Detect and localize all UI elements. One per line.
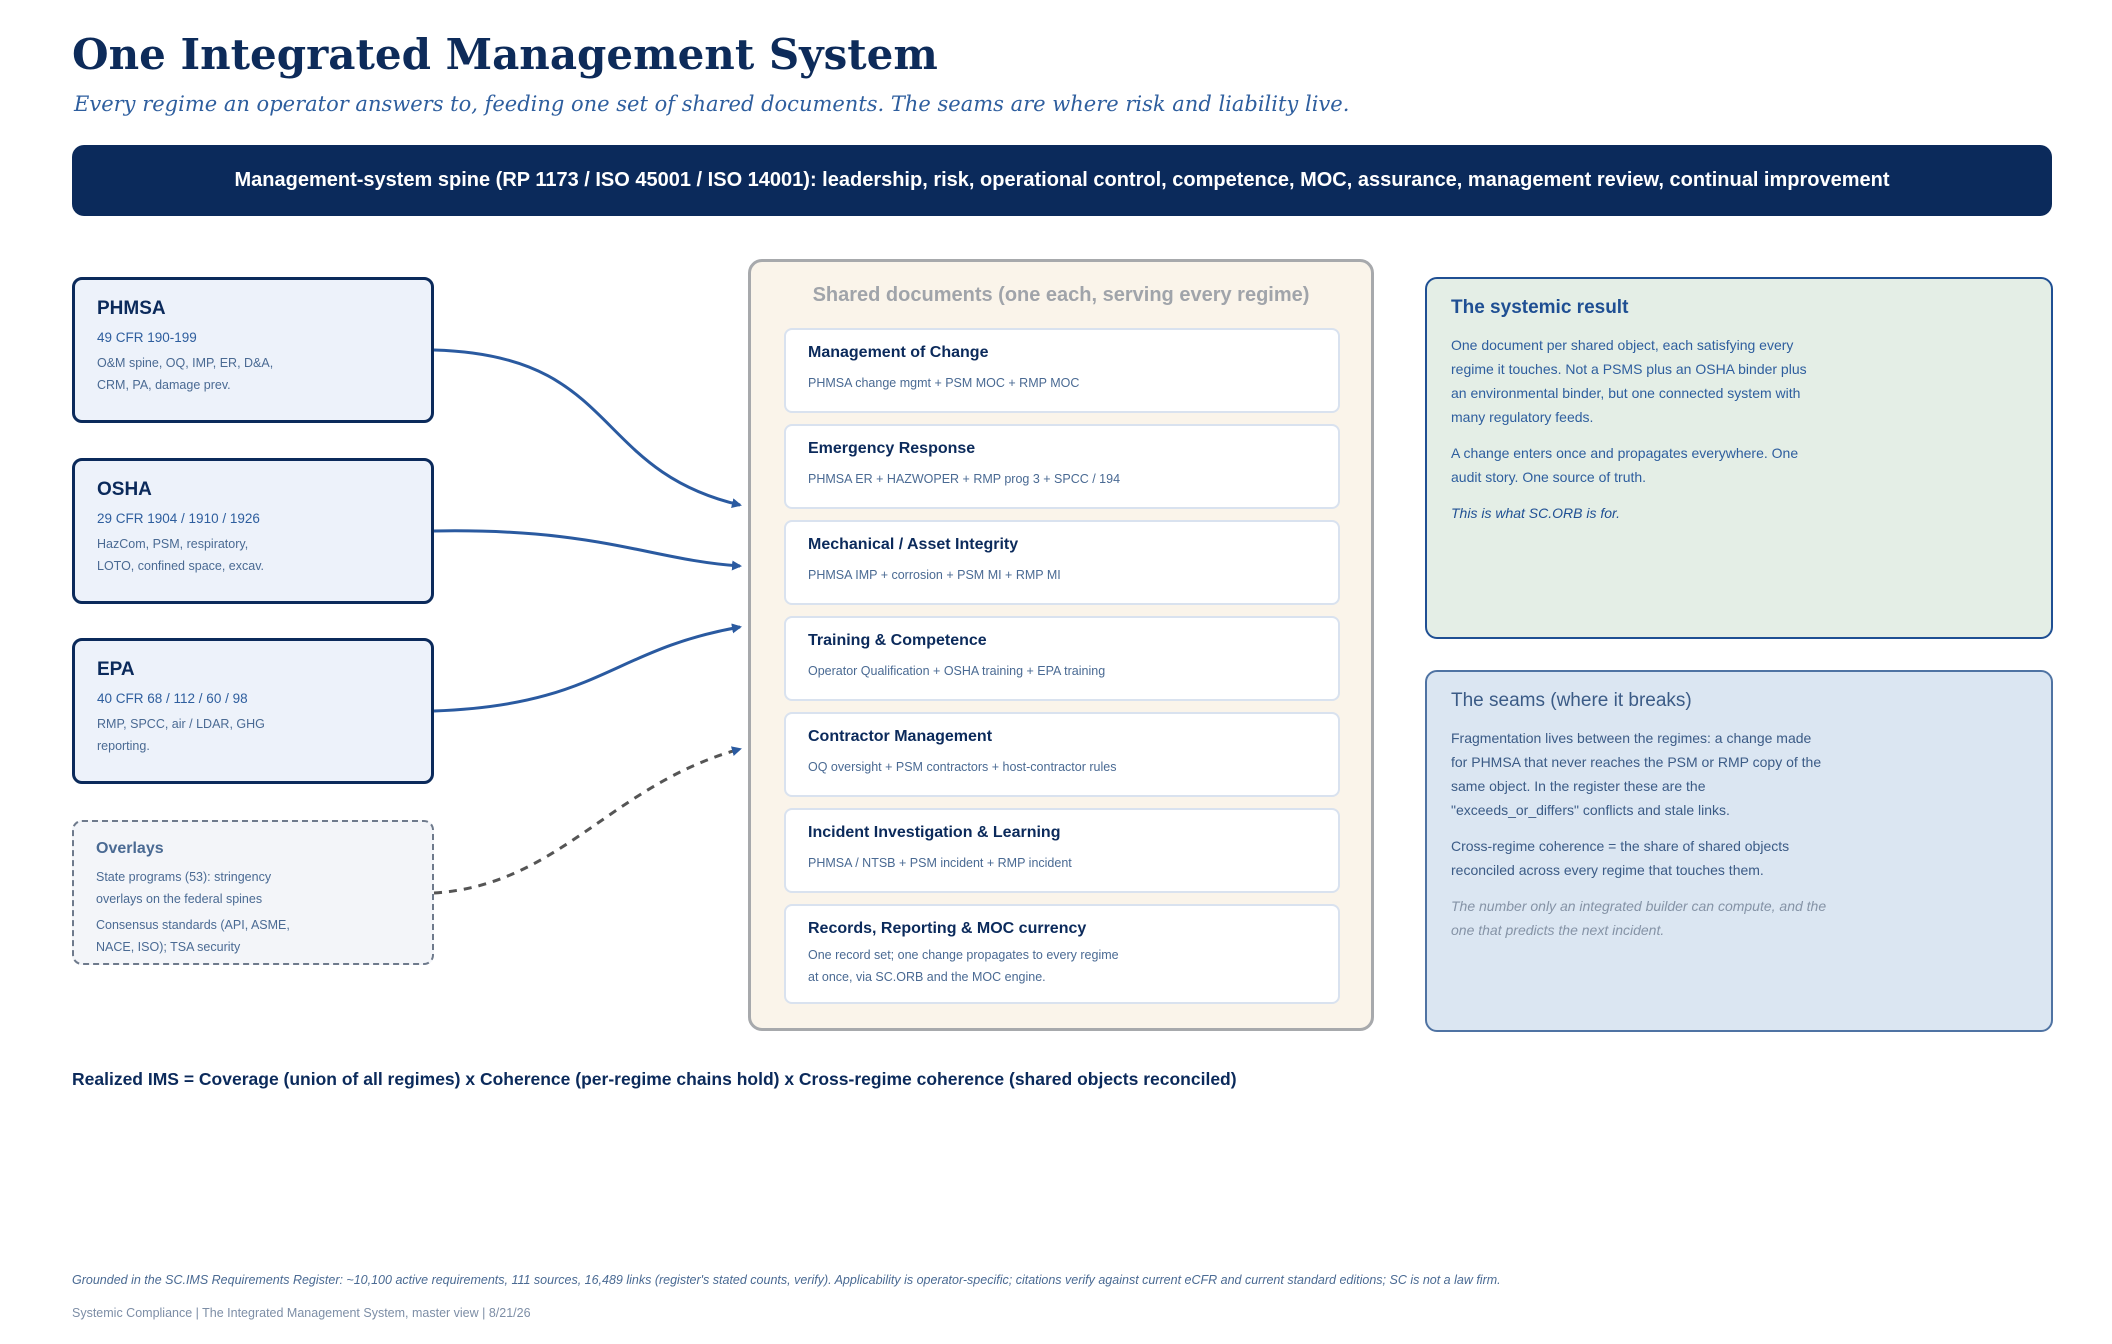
seams-paragraph: Fragmentation lives between the regimes:… xyxy=(1451,730,1822,818)
seams-paragraph: Cross-regime coherence = the share of sh… xyxy=(1451,838,1790,878)
result-tagline: This is what SC.ORB is for. xyxy=(1451,505,1621,521)
doc-title: Management of Change xyxy=(808,344,989,361)
doc-mechanical-asset-integrity: Mechanical / Asset Integrity PHMSA IMP +… xyxy=(784,520,1340,605)
doc-contractor-management: Contractor Management OQ oversight + PSM… xyxy=(784,712,1340,797)
doc-title: Records, Reporting & MOC currency xyxy=(808,920,1087,937)
doc-subtitle: PHMSA ER + HAZWOPER + RMP prog 3 + SPCC … xyxy=(808,472,1121,486)
doc-subtitle: PHMSA IMP + corrosion + PSM MI + RMP MI xyxy=(808,568,1061,582)
overlays-name: Overlays xyxy=(96,840,164,857)
regime-phmsa: PHMSA 49 CFR 190-199 O&M spine, OQ, IMP,… xyxy=(72,277,434,423)
doc-emergency-response: Emergency Response PHMSA ER + HAZWOPER +… xyxy=(784,424,1340,509)
footer: Systemic Compliance | The Integrated Man… xyxy=(72,1306,531,1320)
regime-cfr: 29 CFR 1904 / 1910 / 1926 xyxy=(97,511,260,526)
footnote: Grounded in the SC.IMS Requirements Regi… xyxy=(72,1273,1501,1287)
overlays-state-programs: State programs (53): stringency overlays… xyxy=(96,870,272,906)
regime-osha: OSHA 29 CFR 1904 / 1910 / 1926 HazCom, P… xyxy=(72,458,434,604)
arrow-epa xyxy=(433,623,742,713)
regime-description: HazCom, PSM, respiratory, LOTO, confined… xyxy=(97,537,264,573)
doc-training-competence: Training & Competence Operator Qualifica… xyxy=(784,616,1340,701)
regime-epa: EPA 40 CFR 68 / 112 / 60 / 98 RMP, SPCC,… xyxy=(72,638,434,784)
ims-formula: Realized IMS = Coverage (union of all re… xyxy=(72,1069,1237,1089)
regime-description: RMP, SPCC, air / LDAR, GHG reporting. xyxy=(97,717,265,753)
doc-incident-investigation: Incident Investigation & Learning PHMSA … xyxy=(784,808,1340,893)
doc-title: Contractor Management xyxy=(808,728,993,745)
arrow-overlays xyxy=(433,746,742,895)
doc-title: Incident Investigation & Learning xyxy=(808,824,1061,841)
regime-name: PHMSA xyxy=(97,298,166,319)
doc-management-of-change: Management of Change PHMSA change mgmt +… xyxy=(784,328,1340,413)
doc-subtitle: PHMSA change mgmt + PSM MOC + RMP MOC xyxy=(808,376,1080,390)
seams-panel: The seams (where it breaks) Fragmentatio… xyxy=(1425,670,2053,1032)
doc-subtitle: PHMSA / NTSB + PSM incident + RMP incide… xyxy=(808,856,1072,870)
regime-name: OSHA xyxy=(97,479,152,500)
regime-cfr: 49 CFR 190-199 xyxy=(97,330,197,345)
arrow-osha xyxy=(433,529,742,571)
shared-documents-title: Shared documents (one each, serving ever… xyxy=(812,284,1310,306)
seams-heading: The seams (where it breaks) xyxy=(1451,690,1692,711)
doc-subtitle: One record set; one change propagates to… xyxy=(808,948,1119,984)
overlays-box: Overlays State programs (53): stringency… xyxy=(72,820,434,965)
systemic-result-panel: The systemic result One document per sha… xyxy=(1425,277,2053,639)
regime-name: EPA xyxy=(97,659,135,680)
doc-subtitle: Operator Qualification + OSHA training +… xyxy=(808,664,1106,678)
regime-description: O&M spine, OQ, IMP, ER, D&A, CRM, PA, da… xyxy=(97,356,274,392)
seams-note: The number only an integrated builder ca… xyxy=(1451,898,1827,938)
doc-title: Training & Competence xyxy=(808,632,987,649)
doc-records-reporting: Records, Reporting & MOC currency One re… xyxy=(784,904,1340,1004)
arrow-phmsa xyxy=(433,348,742,509)
overlays-consensus-standards: Consensus standards (API, ASME, NACE, IS… xyxy=(96,918,290,954)
doc-title: Emergency Response xyxy=(808,440,976,457)
result-paragraph: A change enters once and propagates ever… xyxy=(1451,445,1799,485)
doc-subtitle: OQ oversight + PSM contractors + host-co… xyxy=(808,760,1117,774)
result-heading: The systemic result xyxy=(1451,297,1629,318)
regime-cfr: 40 CFR 68 / 112 / 60 / 98 xyxy=(97,691,248,706)
result-paragraph: One document per shared object, each sat… xyxy=(1451,337,1807,425)
doc-title: Mechanical / Asset Integrity xyxy=(808,536,1019,553)
shared-documents-panel: Shared documents (one each, serving ever… xyxy=(748,259,1374,1031)
